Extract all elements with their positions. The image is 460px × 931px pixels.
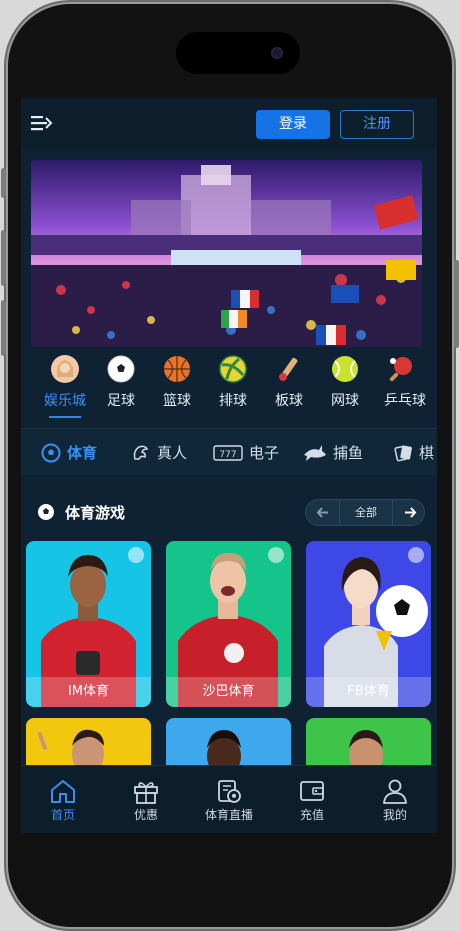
tab-live-casino[interactable]: 真人 bbox=[131, 430, 187, 475]
active-underline bbox=[49, 416, 81, 418]
mute-switch bbox=[1, 168, 6, 198]
tennis-ball-icon bbox=[331, 355, 359, 383]
casino-girl-icon bbox=[51, 355, 79, 383]
soccer-ball-icon bbox=[41, 443, 61, 462]
tab-slots[interactable]: 777 电子 bbox=[213, 430, 279, 475]
tab-label: 体育 bbox=[67, 444, 98, 462]
favorite-star-icon[interactable] bbox=[268, 547, 284, 563]
nav-home[interactable]: 首页 bbox=[21, 766, 105, 833]
tab-board-games[interactable]: 棋 bbox=[393, 430, 434, 475]
svg-text:777: 777 bbox=[219, 450, 236, 460]
category-football[interactable]: 足球 bbox=[93, 350, 149, 424]
tab-sports[interactable]: 体育 bbox=[41, 430, 97, 475]
camera-icon bbox=[271, 47, 283, 59]
nav-promotions[interactable]: 优惠 bbox=[104, 766, 188, 833]
stadium-illustration bbox=[31, 160, 422, 347]
game-card-im[interactable]: IM体育 bbox=[26, 541, 151, 707]
section-title: 体育游戏 bbox=[65, 503, 126, 522]
nav-label: 首页 bbox=[50, 808, 75, 822]
basketball-icon bbox=[163, 355, 191, 383]
nav-profile[interactable]: 我的 bbox=[353, 766, 437, 833]
category-label: 网球 bbox=[331, 393, 359, 409]
shark-icon bbox=[304, 444, 326, 461]
tab-label: 棋 bbox=[419, 444, 435, 462]
soccer-ball-icon bbox=[107, 355, 135, 383]
category-volleyball[interactable]: 排球 bbox=[205, 350, 261, 424]
category-tennis[interactable]: 网球 bbox=[317, 350, 373, 424]
wallet-icon bbox=[300, 781, 324, 801]
arrow-left-icon bbox=[316, 507, 328, 518]
power-button bbox=[454, 260, 459, 348]
tab-fishing[interactable]: 捕鱼 bbox=[303, 430, 363, 475]
divider bbox=[21, 428, 437, 429]
category-label: 排球 bbox=[219, 393, 247, 409]
game-card[interactable] bbox=[26, 718, 151, 768]
sports-live-icon bbox=[218, 780, 241, 803]
promo-banner[interactable] bbox=[31, 160, 422, 347]
soccer-ball-icon bbox=[38, 504, 54, 520]
category-label: 乒乓球 bbox=[384, 393, 426, 409]
game-card-saba[interactable]: 沙巴体育 bbox=[166, 541, 291, 707]
card-label: FB体育 bbox=[306, 677, 431, 707]
category-basketball[interactable]: 篮球 bbox=[149, 350, 205, 424]
card-label: IM体育 bbox=[26, 677, 151, 707]
category-pingpong[interactable]: 乒乓球 bbox=[373, 350, 437, 424]
menu-icon[interactable] bbox=[31, 113, 53, 133]
game-type-tabs: 体育 真人 777 电子 捕鱼 棋 bbox=[21, 430, 437, 475]
cards-icon bbox=[394, 444, 412, 461]
nav-sports-live[interactable]: 体育直播 bbox=[187, 766, 271, 833]
gift-icon bbox=[134, 782, 158, 804]
arrow-right-icon bbox=[405, 507, 417, 518]
all-button[interactable]: 全部 bbox=[340, 500, 392, 525]
player-image bbox=[37, 729, 104, 768]
app-screen: 登录 注册 娱乐城 足球 篮球 排球 板球 网球 乒乓球 体育 真人 777 电… bbox=[21, 98, 437, 833]
home-icon bbox=[51, 780, 75, 803]
category-label: 板球 bbox=[275, 393, 303, 409]
tab-label: 真人 bbox=[157, 444, 188, 462]
volleyball-icon bbox=[219, 355, 247, 383]
next-button[interactable] bbox=[392, 500, 426, 525]
ping-pong-icon bbox=[387, 355, 415, 383]
pager: 全部 bbox=[305, 499, 425, 526]
section-header: 体育游戏 bbox=[37, 500, 125, 524]
favorite-star-icon[interactable] bbox=[408, 547, 424, 563]
favorite-star-icon[interactable] bbox=[128, 547, 144, 563]
top-header: 登录 注册 bbox=[21, 98, 437, 150]
user-icon bbox=[383, 779, 407, 804]
category-label: 足球 bbox=[107, 393, 135, 409]
sport-category-bar: 娱乐城 足球 篮球 排球 板球 网球 乒乓球 bbox=[21, 350, 437, 424]
nav-label: 充值 bbox=[299, 808, 324, 822]
nav-label: 优惠 bbox=[133, 808, 158, 822]
casino-chip-icon bbox=[133, 445, 149, 460]
game-card[interactable] bbox=[166, 718, 291, 768]
login-button[interactable]: 登录 bbox=[256, 110, 330, 139]
nav-deposit[interactable]: 充值 bbox=[270, 766, 354, 833]
cricket-icon bbox=[275, 355, 303, 383]
nav-label: 体育直播 bbox=[204, 808, 253, 822]
game-card-fb[interactable]: FB体育 bbox=[306, 541, 431, 707]
category-casino[interactable]: 娱乐城 bbox=[37, 350, 93, 424]
volume-down-button bbox=[1, 300, 6, 356]
slot-777-icon: 777 bbox=[213, 444, 243, 461]
nav-label: 我的 bbox=[382, 808, 407, 822]
tab-label: 电子 bbox=[249, 444, 280, 462]
player-image bbox=[207, 730, 241, 768]
volume-up-button bbox=[1, 230, 6, 286]
category-cricket[interactable]: 板球 bbox=[261, 350, 317, 424]
category-label: 娱乐城 bbox=[44, 393, 86, 409]
game-card[interactable] bbox=[306, 718, 431, 768]
bottom-navigation: 首页 优惠 体育直播 充值 我的 bbox=[21, 765, 437, 833]
tab-label: 捕鱼 bbox=[333, 444, 364, 462]
register-button[interactable]: 注册 bbox=[340, 110, 414, 139]
prev-button[interactable] bbox=[306, 500, 340, 525]
category-label: 篮球 bbox=[163, 393, 191, 409]
player-image bbox=[349, 730, 383, 768]
card-label: 沙巴体育 bbox=[166, 677, 291, 707]
